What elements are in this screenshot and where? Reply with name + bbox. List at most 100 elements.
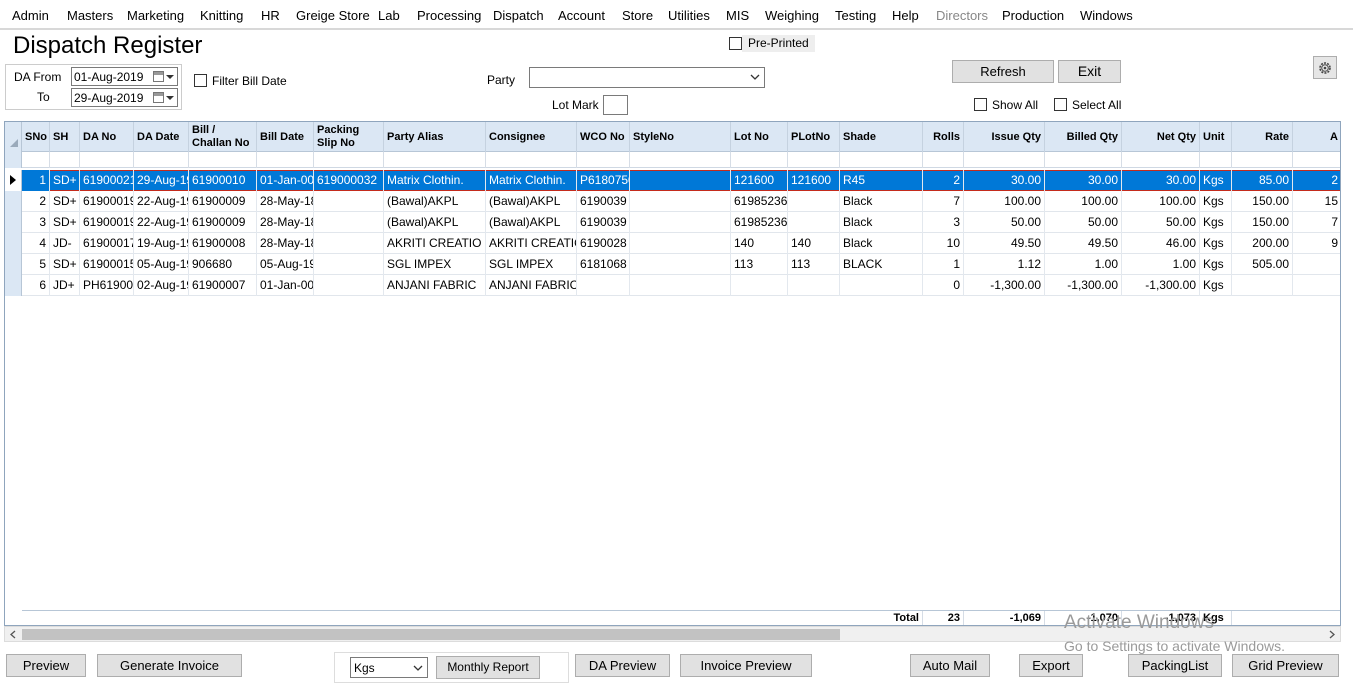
cell-bill-challan-no[interactable]: 61900007 [189,275,257,296]
cell-bill-challan-no[interactable]: 61900009 [189,212,257,233]
cell-da-no[interactable]: 61900017 [80,233,134,254]
cell-lot-no[interactable] [731,275,788,296]
refresh-button[interactable]: Refresh [952,60,1054,83]
cell-sno[interactable]: 1 [22,170,50,191]
table-row[interactable]: 1 SD+ 61900021 29-Aug-19 61900010 01-Jan-00 61… [22,170,1340,191]
cell-unit[interactable]: Kgs [1200,170,1232,191]
cell-unit[interactable]: Kgs [1200,212,1232,233]
cell-da-date[interactable]: 22-Aug-19 [134,212,189,233]
filter-cell[interactable] [630,152,731,168]
cell-sh[interactable]: SD+ [50,170,80,191]
filter-cell[interactable] [1045,152,1122,168]
column-header-rate[interactable]: Rate [1232,122,1293,152]
cell-shade[interactable] [840,275,923,296]
menu-testing[interactable]: Testing [835,8,876,23]
cell-sno[interactable]: 5 [22,254,50,275]
exit-button[interactable]: Exit [1058,60,1121,83]
cell-party-alias[interactable]: ANJANI FABRIC [384,275,486,296]
cell-consignee[interactable]: AKRITI CREATIO [486,233,577,254]
cell-rolls[interactable]: 1 [923,254,964,275]
cell-sh[interactable]: JD+ [50,275,80,296]
filter-cell[interactable] [134,152,189,168]
auto-mail-button[interactable]: Auto Mail [910,654,990,677]
menu-account[interactable]: Account [558,8,605,23]
cell-rate[interactable]: 505.00 [1232,254,1293,275]
menu-mis[interactable]: MIS [726,8,749,23]
column-header-issue-qty[interactable]: Issue Qty [964,122,1045,152]
cell-shade[interactable]: Black [840,212,923,233]
menu-utilities[interactable]: Utilities [668,8,710,23]
cell-wco-no[interactable]: P6180750 [577,170,630,191]
column-header-bill-challan-no[interactable]: Bill / Challan No [189,122,257,152]
scrollbar-thumb[interactable] [22,629,840,640]
column-header-sh[interactable]: SH [50,122,80,152]
da-from-date-picker[interactable]: 01-Aug-2019 [71,67,178,86]
invoice-preview-button[interactable]: Invoice Preview [680,654,812,677]
filter-cell[interactable] [1293,152,1340,168]
cell-styleno[interactable] [630,233,731,254]
cell-consignee[interactable]: Matrix Clothin. [486,170,577,191]
cell-bill-date[interactable]: 28-May-18 [257,191,314,212]
cell-bill-date[interactable]: 28-May-18 [257,233,314,254]
cell-sno[interactable]: 3 [22,212,50,233]
filter-cell[interactable] [314,152,384,168]
menu-help[interactable]: Help [892,8,919,23]
cell-lot-no[interactable]: 619852366 [731,212,788,233]
cell-consignee[interactable]: SGL IMPEX [486,254,577,275]
filter-cell[interactable] [384,152,486,168]
cell-issue-qty[interactable]: 49.50 [964,233,1045,254]
cell-packing-slip-no[interactable] [314,212,384,233]
column-header-consignee[interactable]: Consignee [486,122,577,152]
cell-rolls[interactable]: 3 [923,212,964,233]
cell-consignee[interactable]: ANJANI FABRIC [486,275,577,296]
cell-da-no[interactable]: PH619000 [80,275,134,296]
menu-processing[interactable]: Processing [417,8,481,23]
column-header-wco-no[interactable]: WCO No [577,122,630,152]
filter-cell[interactable] [964,152,1045,168]
monthly-report-button[interactable]: Monthly Report [436,656,540,679]
cell-billed-qty[interactable]: 30.00 [1045,170,1122,191]
cell-consignee[interactable]: (Bawal)AKPL [486,212,577,233]
column-header-sno[interactable]: SNo [22,122,50,152]
cell-billed-qty[interactable]: 50.00 [1045,212,1122,233]
column-header-plotno[interactable]: PLotNo [788,122,840,152]
cell-wco-no[interactable]: 6190028 [577,233,630,254]
cell-plotno[interactable]: 113 [788,254,840,275]
cell-net-qty[interactable]: -1,300.00 [1122,275,1200,296]
cell-rate[interactable]: 150.00 [1232,212,1293,233]
menu-directors[interactable]: Directors [936,8,988,23]
row-header[interactable] [5,233,22,254]
cell-rate[interactable] [1232,275,1293,296]
menu-weighing[interactable]: Weighing [765,8,819,23]
cell-rolls[interactable]: 0 [923,275,964,296]
cell-sno[interactable]: 6 [22,275,50,296]
row-header[interactable] [5,170,22,191]
row-header[interactable] [5,254,22,275]
cell-packing-slip-no[interactable] [314,254,384,275]
column-header-packing-slip-no[interactable]: Packing Slip No [314,122,384,152]
cell-bill-challan-no[interactable]: 61900010 [189,170,257,191]
column-header-unit[interactable]: Unit [1200,122,1232,152]
cell-wco-no[interactable]: 6181068 [577,254,630,275]
cell-rolls[interactable]: 10 [923,233,964,254]
cell-a[interactable]: 9 [1293,233,1340,254]
cell-bill-date[interactable]: 28-May-18 [257,212,314,233]
cell-lot-no[interactable]: 121600 [731,170,788,191]
cell-sno[interactable]: 4 [22,233,50,254]
menu-hr[interactable]: HR [261,8,280,23]
cell-bill-challan-no[interactable]: 61900008 [189,233,257,254]
cell-bill-date[interactable]: 01-Jan-00 [257,275,314,296]
menu-knitting[interactable]: Knitting [200,8,243,23]
column-header-styleno[interactable]: StyleNo [630,122,731,152]
cell-da-date[interactable]: 05-Aug-19 [134,254,189,275]
cell-plotno[interactable] [788,275,840,296]
filter-cell[interactable] [486,152,577,168]
row-header[interactable] [5,212,22,233]
cell-lot-no[interactable]: 113 [731,254,788,275]
menu-lab[interactable]: Lab [378,8,400,23]
row-header[interactable] [5,275,22,296]
menu-masters[interactable]: Masters [67,8,113,23]
cell-shade[interactable]: Black [840,191,923,212]
column-header-lot-no[interactable]: Lot No [731,122,788,152]
chevron-down-icon[interactable] [166,75,174,79]
